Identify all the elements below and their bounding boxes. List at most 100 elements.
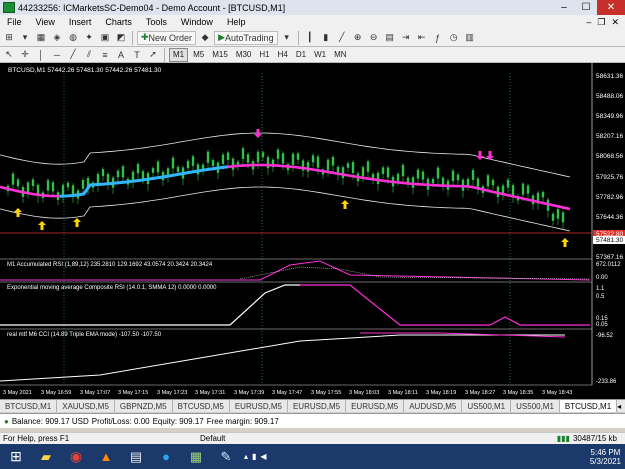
explorer-icon[interactable]: ▰ — [34, 447, 58, 467]
tester-icon[interactable]: ◩ — [114, 31, 128, 45]
clock-time: 5:46 PM — [590, 447, 621, 457]
crosshair-icon[interactable]: ✛ — [18, 48, 32, 62]
menu-window[interactable]: Window — [174, 17, 220, 27]
timeframe-h1[interactable]: H1 — [256, 48, 272, 62]
up-arrow-icon — [73, 218, 81, 227]
profiles-icon[interactable]: ▦ — [34, 31, 48, 45]
timeframe-mn[interactable]: MN — [331, 48, 349, 62]
label-icon[interactable]: T — [130, 48, 144, 62]
periods-icon[interactable]: ◷ — [447, 31, 461, 45]
metatrader-icon[interactable]: ▦ — [184, 447, 208, 467]
chart-window[interactable]: BTCUSD,M1 57442.26 57481.30 57442.26 574… — [0, 63, 625, 399]
symbol-tab[interactable]: US500,M1 — [511, 400, 560, 412]
chrome-icon[interactable]: ◉ — [64, 447, 88, 467]
candle-body — [331, 156, 335, 166]
templates-icon[interactable]: ▥ — [463, 31, 477, 45]
symbol-tab[interactable]: US500,M1 — [462, 400, 512, 412]
menu-charts[interactable]: Charts — [98, 17, 139, 27]
child-minimize-button[interactable]: – — [586, 17, 591, 28]
volume-icon[interactable]: ◀ — [260, 452, 266, 461]
time-label: 3 May 17:07 — [80, 390, 110, 396]
autotrading-button[interactable]: ▶ AutoTrading — [214, 30, 278, 45]
toolbar-extra-icon[interactable]: ▾ — [280, 31, 294, 45]
ma-line-magenta — [0, 163, 571, 211]
symbol-tab[interactable]: EURUSD,M5 — [288, 400, 347, 412]
timeframe-m30[interactable]: M30 — [233, 48, 255, 62]
skype-icon[interactable]: ● — [154, 447, 178, 467]
menu-tools[interactable]: Tools — [139, 17, 174, 27]
dropdown-icon[interactable]: ▾ — [18, 31, 32, 45]
status-bar: For Help, press F1 Default ▮▮▮ 30487/15 … — [0, 432, 625, 444]
trendline-icon[interactable]: ╱ — [66, 48, 80, 62]
symbol-tab[interactable]: EURUSD,M5 — [230, 400, 288, 412]
new-chart-icon[interactable]: ⊞ — [2, 31, 16, 45]
start-icon[interactable]: ⊞ — [4, 447, 28, 467]
symbol-tab[interactable]: GBPNZD,M5 — [115, 400, 173, 412]
navigator-icon[interactable]: ✦ — [82, 31, 96, 45]
candle-body — [381, 167, 385, 174]
symbol-tab[interactable]: BTCUSD,M1 — [0, 400, 58, 412]
tray-up-icon[interactable]: ▴ — [244, 452, 248, 461]
symbol-tab[interactable]: XAUUSD,M5 — [57, 400, 115, 412]
minimize-button[interactable]: – — [553, 0, 575, 15]
time-label: 3 May 17:55 — [311, 390, 341, 396]
menu-view[interactable]: View — [29, 17, 62, 27]
candle-body — [186, 160, 190, 169]
zoom-in-icon[interactable]: ⊕ — [351, 31, 365, 45]
timeframe-h4[interactable]: H4 — [275, 48, 291, 62]
signal-arrows — [14, 129, 569, 247]
tile-windows-icon[interactable]: ▤ — [383, 31, 397, 45]
timeframe-m1[interactable]: M1 — [169, 47, 189, 62]
data-window-icon[interactable]: ◍ — [66, 31, 80, 45]
menu-file[interactable]: File — [0, 17, 29, 27]
candle-chart-icon[interactable]: ▮ — [319, 31, 333, 45]
symbol-tab[interactable]: BTCUSD,M5 — [173, 400, 230, 412]
time-label: 3 May 2021 — [3, 390, 32, 396]
fibonacci-icon[interactable]: ≡ — [98, 48, 112, 62]
vertical-line-icon[interactable]: │ — [34, 48, 48, 62]
text-icon[interactable]: A — [114, 48, 128, 62]
account-balance-row: ● Balance: 909.17 USD Profit/Loss: 0.00 … — [0, 413, 625, 428]
taskbar-clock[interactable]: 5:46 PM 5/3/2021 — [590, 448, 625, 466]
time-label: 3 May 18:03 — [349, 390, 379, 396]
symbol-tab[interactable]: AUDUSD,M5 — [404, 400, 463, 412]
auto-scroll-icon[interactable]: ⇥ — [399, 31, 413, 45]
notepad-icon[interactable]: ✎ — [214, 447, 238, 467]
indicators-icon[interactable]: ƒ — [431, 31, 445, 45]
tab-left-icon[interactable]: ◂ — [617, 402, 621, 411]
line-chart-icon[interactable]: ╱ — [335, 31, 349, 45]
timeframe-m5[interactable]: M5 — [190, 48, 207, 62]
candle-body — [466, 178, 470, 186]
symbol-tab-active[interactable]: BTCUSD,M1 — [559, 400, 618, 412]
timeframe-w1[interactable]: W1 — [311, 48, 329, 62]
child-close-button[interactable]: ✕ — [611, 17, 619, 28]
vlc-icon[interactable]: ▲ — [94, 447, 118, 467]
channel-icon[interactable]: ⫽ — [82, 48, 96, 62]
timeframe-m15[interactable]: M15 — [209, 48, 231, 62]
menu-insert[interactable]: Insert — [62, 17, 99, 27]
timeframe-d1[interactable]: D1 — [293, 48, 309, 62]
maximize-button[interactable]: ☐ — [575, 0, 597, 15]
new-order-button[interactable]: ✚ New Order — [137, 30, 197, 45]
arrows-icon[interactable]: ➚ — [146, 48, 160, 62]
cursor-icon[interactable]: ↖ — [2, 48, 16, 62]
horizontal-line-icon[interactable]: ─ — [50, 48, 64, 62]
close-button[interactable]: ✕ — [597, 0, 625, 15]
files-icon[interactable]: ▤ — [124, 447, 148, 467]
child-restore-button[interactable]: ❐ — [597, 17, 605, 28]
network-icon[interactable]: ▮ — [252, 452, 256, 461]
price-chart[interactable]: BTCUSD,M1 57442.26 57481.30 57442.26 574… — [0, 63, 625, 399]
symbol-tab[interactable]: EURUSD,M5 — [346, 400, 405, 412]
candle-body — [61, 185, 65, 197]
zoom-out-icon[interactable]: ⊖ — [367, 31, 381, 45]
bar-chart-icon[interactable]: ┃ — [303, 31, 317, 45]
candle-body — [276, 149, 280, 159]
chart-shift-icon[interactable]: ⇤ — [415, 31, 429, 45]
market-watch-icon[interactable]: ◈ — [50, 31, 64, 45]
candle-body — [176, 166, 180, 172]
metaeditor-icon[interactable]: ◆ — [198, 31, 212, 45]
candle-body — [431, 178, 435, 184]
terminal-icon[interactable]: ▣ — [98, 31, 112, 45]
menu-help[interactable]: Help — [220, 17, 253, 27]
up-arrow-icon — [38, 221, 46, 230]
